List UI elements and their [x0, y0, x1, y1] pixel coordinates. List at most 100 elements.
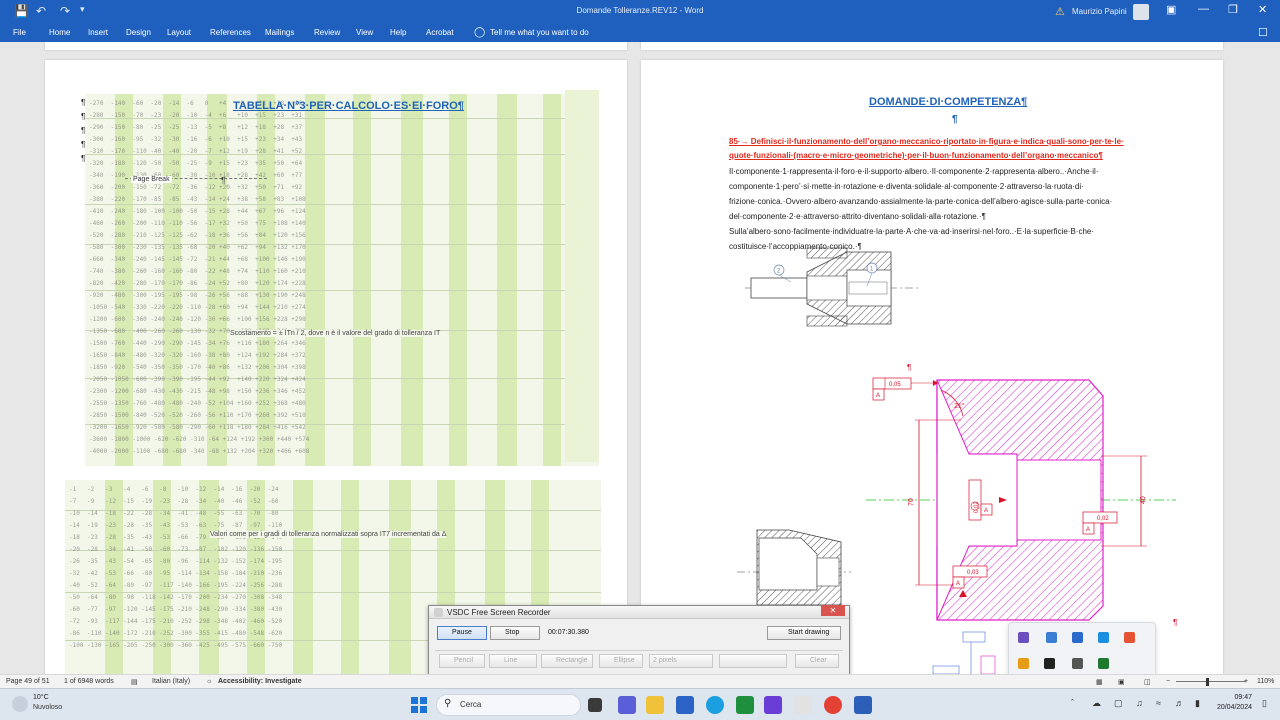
vsdc-app-icon: [434, 608, 443, 617]
microphone-icon[interactable]: ♫: [1136, 698, 1143, 708]
restore-icon[interactable]: ❐: [1228, 3, 1238, 16]
rectangle-button[interactable]: Rectangle: [541, 654, 593, 668]
avatar[interactable]: [1133, 4, 1149, 20]
tab-insert[interactable]: Insert: [88, 28, 108, 37]
focus-mode-icon[interactable]: ▦: [1096, 678, 1103, 686]
dimension-40: 40: [1140, 496, 1147, 504]
tab-layout[interactable]: Layout: [167, 28, 191, 37]
vsdc-title-bar[interactable]: VSDC Free Screen Recorder ✕: [429, 605, 849, 619]
tab-review[interactable]: Review: [314, 28, 340, 37]
dimension-70: 70: [908, 498, 915, 506]
page-break-label: Page Break: [131, 176, 172, 183]
paragraph-mark: ¶: [81, 154, 86, 163]
dropbox-icon[interactable]: [1046, 632, 1057, 643]
save-icon[interactable]: 💾: [14, 4, 29, 18]
app-icon[interactable]: [794, 696, 812, 714]
share-icon[interactable]: ☐: [1258, 26, 1268, 39]
pause-button[interactable]: Pause: [437, 626, 487, 640]
page-count[interactable]: Page 49 of 51: [6, 678, 50, 685]
chrome-icon[interactable]: [824, 696, 842, 714]
zoom-slider-thumb[interactable]: [1206, 678, 1209, 686]
title-bar: 💾 ↶ ↷ ▾ Domande Tolleranze.REV12 - Word …: [0, 0, 1280, 24]
weather-temperature[interactable]: 10°C: [33, 694, 49, 701]
start-drawing-button[interactable]: Start drawing: [767, 626, 841, 640]
color-select[interactable]: [719, 654, 787, 668]
zoom-slider[interactable]: [1176, 681, 1246, 682]
vsdc-recorder-window[interactable]: VSDC Free Screen Recorder ✕ Pause Stop 0…: [428, 605, 850, 676]
windows-start-icon[interactable]: [411, 697, 427, 713]
ellipse-button[interactable]: Ellipse: [599, 654, 643, 668]
tolerance-005: 0,05: [889, 382, 901, 388]
tray-app-icon[interactable]: [1044, 658, 1055, 669]
tray-app-icon[interactable]: [1018, 658, 1029, 669]
tell-me-search[interactable]: Tell me what you want to do: [490, 28, 589, 37]
pen-width-select[interactable]: 2 pixels: [649, 654, 713, 668]
xbox-icon[interactable]: [736, 696, 754, 714]
tray-app-icon[interactable]: [1018, 632, 1029, 643]
line-button[interactable]: Line: [489, 654, 537, 668]
pencil-button[interactable]: Pencil: [439, 654, 485, 668]
document-name: Domande Tolleranze.REV12: [576, 6, 678, 15]
customize-toolbar-icon[interactable]: ▾: [80, 4, 85, 15]
tab-mailings[interactable]: Mailings: [265, 28, 294, 37]
wifi-icon[interactable]: ≈: [1156, 698, 1161, 708]
redo-icon[interactable]: ↷: [60, 4, 70, 18]
accessibility-status[interactable]: Accessibility: Investigate: [218, 678, 302, 685]
page-right[interactable]: DOMANDE·DI·COMPETENZA¶ ¶ 85·→ Definisci·…: [641, 60, 1223, 674]
undo-icon[interactable]: ↶: [36, 4, 46, 18]
cloud-icon[interactable]: [12, 696, 28, 712]
print-layout-icon[interactable]: ▣: [1118, 678, 1125, 686]
minimize-icon[interactable]: —: [1198, 3, 1209, 15]
clock-time[interactable]: 09:47: [1230, 694, 1252, 701]
taskbar-search[interactable]: ⚲ Cerca: [436, 694, 581, 716]
word-icon[interactable]: [854, 696, 872, 714]
nvidia-icon[interactable]: [1098, 658, 1109, 669]
zoom-level[interactable]: 110%: [1257, 678, 1274, 685]
tray-app-icon[interactable]: [1072, 632, 1083, 643]
web-layout-icon[interactable]: ◫: [1144, 678, 1151, 686]
tab-acrobat[interactable]: Acrobat: [426, 28, 454, 37]
tray-app-icon[interactable]: [1072, 658, 1083, 669]
drawing-pilcrow: ¶: [907, 363, 911, 372]
tab-references[interactable]: References: [210, 28, 251, 37]
edge-icon[interactable]: [706, 696, 724, 714]
weather-description[interactable]: Nuvoloso: [33, 704, 62, 711]
battery-icon[interactable]: ▮: [1195, 698, 1200, 709]
accessibility-icon[interactable]: ☼: [206, 678, 212, 685]
bluetooth-icon[interactable]: [1098, 632, 1109, 643]
zoom-out-icon[interactable]: −: [1166, 678, 1170, 685]
chevron-up-icon[interactable]: ˆ: [1071, 698, 1074, 708]
clear-button[interactable]: Clear: [795, 654, 839, 668]
notification-icon[interactable]: ▯: [1262, 698, 1267, 709]
task-view-icon[interactable]: [588, 698, 602, 712]
proofing-icon[interactable]: ▤: [131, 678, 138, 686]
file-explorer-icon[interactable]: [646, 696, 664, 714]
vsdc-title: VSDC Free Screen Recorder: [447, 608, 551, 617]
store-icon[interactable]: [676, 696, 694, 714]
page-left[interactable]: -270 -140 -60 -20 -14 -6 0 +4 +8 +12 +18…: [45, 60, 627, 674]
zoom-in-icon[interactable]: +: [1244, 678, 1248, 685]
cloud-tray-icon[interactable]: ☁: [1092, 698, 1101, 709]
clock-date[interactable]: 20/04/2024: [1214, 704, 1252, 711]
warning-icon[interactable]: ⚠: [1055, 5, 1065, 18]
user-name[interactable]: Maurizio Papini: [1072, 7, 1127, 16]
vsdc-close-button[interactable]: ✕: [821, 605, 845, 616]
word-count[interactable]: 1 of 6948 words: [64, 678, 114, 685]
tab-file[interactable]: File: [13, 28, 26, 37]
tab-home[interactable]: Home: [49, 28, 70, 37]
close-icon[interactable]: ✕: [1258, 3, 1267, 16]
teams-icon[interactable]: [618, 696, 636, 714]
mini-drawing: [932, 631, 996, 674]
tab-help[interactable]: Help: [390, 28, 406, 37]
tab-design[interactable]: Design: [126, 28, 151, 37]
volume-icon[interactable]: ♬: [1175, 698, 1184, 708]
tray-app-icon[interactable]: ▢: [1114, 698, 1123, 709]
tray-app-icon[interactable]: [1124, 632, 1135, 643]
language[interactable]: Italian (Italy): [152, 678, 190, 685]
document-area[interactable]: -270 -140 -60 -20 -14 -6 0 +4 +8 +12 +18…: [0, 42, 1280, 674]
stop-button[interactable]: Stop: [490, 626, 540, 640]
tab-view[interactable]: View: [356, 28, 373, 37]
tolerance-003: 0,03: [967, 570, 979, 576]
ribbon-display-icon[interactable]: ▣: [1166, 3, 1176, 16]
app-icon[interactable]: [764, 696, 782, 714]
